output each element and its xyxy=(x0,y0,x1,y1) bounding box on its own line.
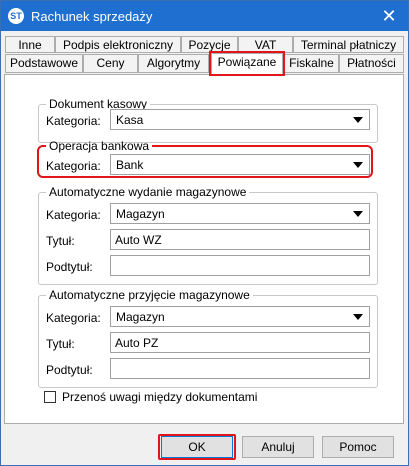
tab-fiskalne[interactable]: Fiskalne xyxy=(284,54,339,73)
przyjecie-category-select[interactable]: Magazyn xyxy=(110,306,370,327)
tytul-label: Tytuł: xyxy=(46,234,75,248)
dialog-window: ST Rachunek sprzedaży ✕ Inne Podpis elek… xyxy=(0,0,409,466)
chevron-down-icon xyxy=(353,162,363,168)
chevron-down-icon xyxy=(353,117,363,123)
tab-inne[interactable]: Inne xyxy=(5,36,55,53)
wydanie-title-input[interactable]: Auto WZ xyxy=(110,229,370,250)
tab-pozycje[interactable]: Pozycje xyxy=(181,36,238,53)
kasa-category-select[interactable]: Kasa xyxy=(110,109,370,130)
tab-podpis-elektroniczny[interactable]: Podpis elektroniczny xyxy=(55,36,181,53)
select-value: Magazyn xyxy=(116,207,165,221)
tab-panel-powiazane: Dokument kasowy Kategoria: Kasa Operacja… xyxy=(4,74,404,424)
group-legend: Automatyczne przyjęcie magazynowe xyxy=(49,288,250,302)
kategoria-label: Kategoria: xyxy=(46,208,101,222)
przyjecie-title-input[interactable]: Auto PZ xyxy=(110,332,370,353)
ok-button[interactable]: OK xyxy=(161,436,233,458)
group-legend: Automatyczne wydanie magazynowe xyxy=(49,185,247,199)
podtytul-label: Podtytuł: xyxy=(46,363,93,377)
tab-ceny[interactable]: Ceny xyxy=(83,54,138,73)
group-legend: Operacja bankowa xyxy=(49,139,150,153)
title-bar[interactable]: ST Rachunek sprzedaży ✕ xyxy=(1,1,408,31)
kategoria-label: Kategoria: xyxy=(46,114,101,128)
tab-powiazane[interactable]: Powiązane xyxy=(209,51,285,76)
przenos-uwagi-checkbox[interactable] xyxy=(44,391,56,403)
wydanie-subtitle-input[interactable] xyxy=(110,255,370,276)
bank-category-select[interactable]: Bank xyxy=(110,154,370,175)
cancel-button[interactable]: Anuluj xyxy=(242,436,314,458)
tytul-label: Tytuł: xyxy=(46,337,75,351)
kategoria-label: Kategoria: xyxy=(46,311,101,325)
chevron-down-icon xyxy=(353,211,363,217)
podtytul-label: Podtytuł: xyxy=(46,260,93,274)
window-title: Rachunek sprzedaży xyxy=(31,9,153,24)
tab-terminal-platniczy[interactable]: Terminal płatniczy xyxy=(293,36,404,53)
close-icon[interactable]: ✕ xyxy=(378,5,400,27)
kategoria-label: Kategoria: xyxy=(46,159,101,173)
help-button[interactable]: Pomoc xyxy=(322,436,394,458)
tab-podstawowe[interactable]: Podstawowe xyxy=(5,54,83,73)
tab-algorytmy[interactable]: Algorytmy xyxy=(138,54,209,73)
select-value: Bank xyxy=(116,158,144,172)
select-value: Kasa xyxy=(116,113,144,127)
przenos-uwagi-label[interactable]: Przenoś uwagi między dokumentami xyxy=(62,390,257,404)
chevron-down-icon xyxy=(353,314,363,320)
tab-platnosci[interactable]: Płatności xyxy=(339,54,404,73)
tab-vat[interactable]: VAT xyxy=(238,36,293,53)
select-value: Magazyn xyxy=(116,310,165,324)
wydanie-category-select[interactable]: Magazyn xyxy=(110,203,370,224)
przyjecie-subtitle-input[interactable] xyxy=(110,358,370,379)
app-icon: ST xyxy=(8,8,24,24)
